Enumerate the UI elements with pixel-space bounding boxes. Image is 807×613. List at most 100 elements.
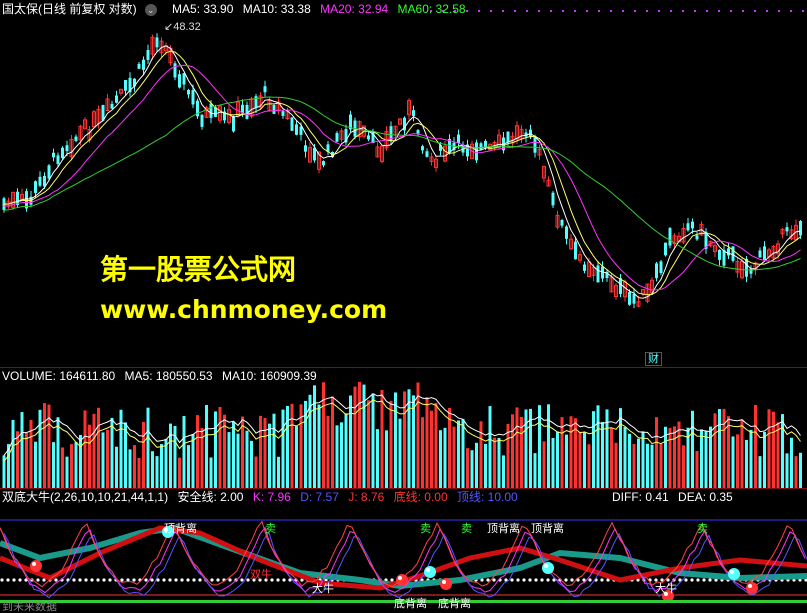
volume-bar: [52, 442, 55, 488]
candlestick: [281, 111, 285, 116]
volume-bar: [668, 427, 672, 488]
volume-bar: [677, 421, 681, 488]
volume-bar: [421, 417, 424, 488]
safe-line-dot: [690, 578, 694, 582]
volume-bar: [551, 437, 555, 488]
volume-bar: [749, 429, 753, 488]
volume-bar: [412, 395, 415, 488]
candlestick: [596, 265, 600, 283]
top-divergence-label: 顶背离: [164, 523, 197, 535]
finance-badge[interactable]: 财: [645, 352, 662, 366]
volume-bar: [691, 410, 694, 488]
volume-bar: [326, 415, 330, 488]
volume-bar: [425, 396, 429, 488]
volume-bar: [146, 407, 150, 488]
candlestick: [200, 114, 204, 127]
volume-bar: [533, 453, 537, 488]
volume-bar: [560, 417, 564, 488]
candlestick: [506, 131, 510, 143]
volume-bar: [389, 400, 393, 488]
volume-bar: [772, 411, 775, 488]
volume-bar: [475, 442, 478, 488]
d-value: D: 7.57: [300, 490, 339, 504]
candlestick: [749, 268, 753, 274]
volume-bar: [641, 431, 645, 488]
candlestick: [115, 95, 118, 103]
volume-bar: [232, 421, 235, 488]
candlestick: [322, 161, 325, 166]
volume-bar: [272, 413, 276, 488]
volume-bar: [92, 413, 96, 488]
volume-bar: [115, 446, 118, 488]
price-chart-panel[interactable]: 国太保(日线 前复权 对数) ⌄ MA5: 33.90 MA10: 33.38 M…: [0, 0, 807, 367]
volume-bar: [236, 433, 240, 488]
volume-bar: [385, 430, 388, 488]
k-value: K: 7.96: [252, 490, 291, 504]
volume-bar: [754, 404, 757, 488]
volume-bar: [353, 386, 357, 488]
signal-dot: [478, 10, 480, 12]
volume-bar: [637, 438, 640, 488]
volume-bar: [439, 430, 442, 488]
candlestick: [421, 146, 424, 151]
candlestick: [758, 250, 762, 258]
sell-signal: 卖: [420, 523, 431, 535]
signal-ball-highlight: [426, 568, 430, 572]
signal-dot: [610, 10, 612, 12]
volume-bar: [133, 445, 136, 488]
candlestick: [686, 223, 690, 231]
safe-line-dot: [528, 578, 532, 582]
volume-panel[interactable]: VOLUME: 164611.80 MA5: 180550.53 MA10: 1…: [0, 367, 807, 488]
bottom-divergence-label: 底背离: [438, 598, 471, 610]
volume-bar: [83, 410, 87, 488]
signal-dot: [538, 10, 540, 12]
candlestick: [655, 263, 658, 279]
volume-ma5: MA5: 180550.53: [124, 369, 213, 383]
volume-bar: [61, 447, 64, 488]
candlestick: [187, 89, 190, 95]
volume-bar: [38, 409, 42, 488]
signal-ball: [424, 566, 436, 578]
safe-line-dot: [492, 578, 496, 582]
candlestick: [142, 59, 145, 70]
signal-ball-highlight: [748, 584, 752, 588]
volume-ma5-line: [3, 393, 801, 456]
volume-bar: [151, 451, 154, 488]
volume-bar: [443, 427, 447, 488]
macd-header: DIFF: 0.41 DEA: 0.35: [612, 488, 739, 506]
volume-bar: [452, 426, 456, 488]
safe-line-dot: [516, 578, 520, 582]
volume-bar: [250, 440, 253, 488]
candlestick: [475, 142, 478, 161]
candlestick: [52, 152, 55, 158]
chevron-down-icon[interactable]: ⌄: [144, 3, 157, 16]
volume-bar: [11, 420, 15, 488]
candlestick: [56, 155, 60, 164]
volume-bar: [614, 442, 618, 488]
candlestick: [65, 145, 69, 152]
signal-dot: [670, 10, 672, 12]
candlestick: [628, 292, 631, 305]
volume-bar: [515, 407, 519, 488]
candlestick: [457, 134, 460, 143]
volume-bar: [659, 443, 663, 488]
candlestick: [155, 37, 159, 48]
safe-line-dot: [102, 578, 106, 582]
volume-bar: [398, 418, 402, 488]
diff-value: DIFF: 0.41: [612, 490, 669, 504]
volume-bar: [479, 421, 483, 488]
safe-line-value: 安全线: 2.00: [177, 490, 244, 504]
volume-bar: [335, 425, 339, 488]
volume-bar: [605, 409, 609, 488]
volume-bar: [700, 429, 703, 488]
safe-line-dot: [210, 578, 214, 582]
volume-bar: [484, 443, 487, 488]
watermark-title: 第一股票公式网: [100, 253, 297, 286]
volume-bar: [394, 392, 397, 488]
j-value: J: 8.76: [348, 490, 385, 504]
volume-bar: [542, 441, 546, 488]
candlestick: [565, 226, 568, 239]
ma5-label: MA5: 33.90: [172, 2, 234, 16]
indicator-panel[interactable]: 双底大牛(2,26,10,10,21,44,1,1) 安全线: 2.00 K: …: [0, 488, 807, 613]
volume-chart[interactable]: [0, 367, 807, 488]
